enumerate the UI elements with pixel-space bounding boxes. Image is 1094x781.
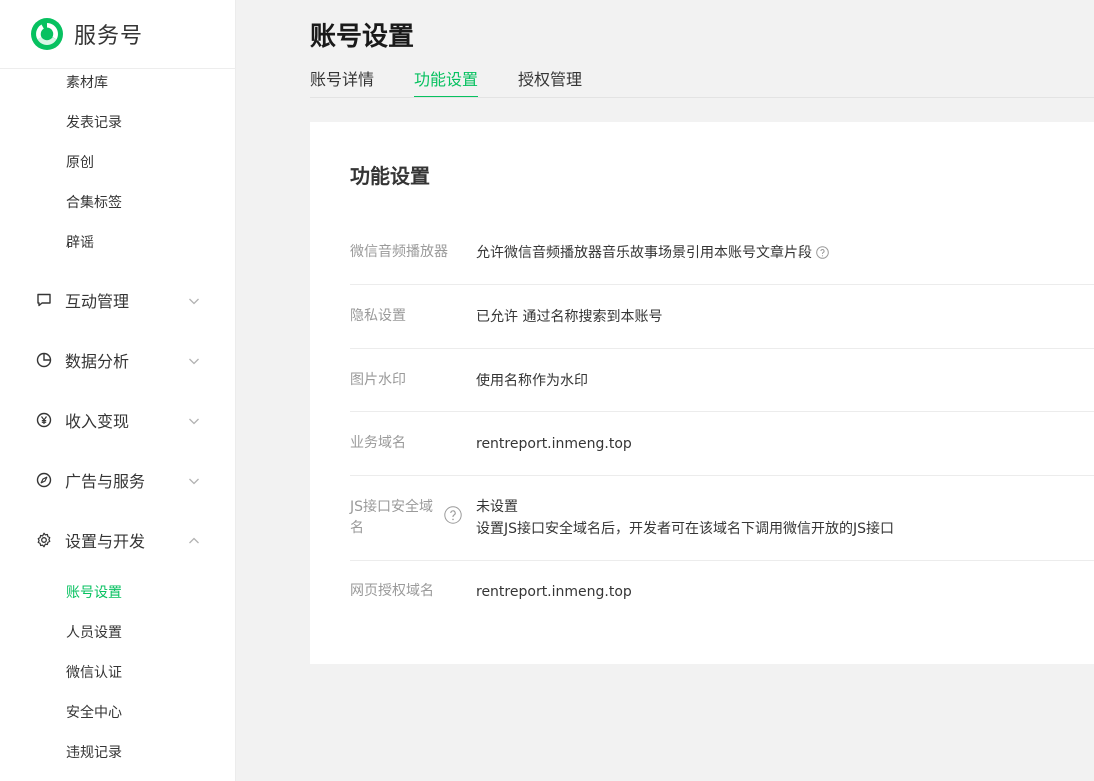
service-account-logo-icon [31, 18, 63, 50]
setting-value: 使用名称作为水印 [476, 373, 588, 389]
sidebar-item-original[interactable]: 原创 [0, 143, 236, 183]
brand-name: 服务号 [74, 24, 144, 49]
setting-value: rentreport.inmeng.top [476, 584, 632, 600]
sidebar-group-monetization[interactable]: 收入变现 [0, 400, 236, 440]
sidebar-group-label: 设置与开发 [65, 532, 146, 551]
card-title: 功能设置 [350, 164, 430, 188]
chevron-down-icon [189, 418, 199, 425]
setting-label: JS接口安全域 名 [350, 497, 433, 539]
chat-bubble-icon [37, 293, 51, 307]
sidebar-item-materials[interactable]: 素材库 [0, 63, 236, 103]
sidebar-group-label: 广告与服务 [65, 472, 146, 491]
sidebar-item-account-settings[interactable]: 账号设置 [0, 573, 236, 613]
sidebar-item-collection-tags[interactable]: 合集标签 [0, 183, 236, 223]
setting-label: 业务域名 [350, 435, 406, 451]
tab-divider [310, 97, 1094, 98]
sidebar-item-security-center[interactable]: 安全中心 [0, 693, 236, 733]
setting-value: rentreport.inmeng.top [476, 436, 632, 452]
sidebar: 服务号 素材库 发表记录 原创 合集标签 辟谣 互动管理 数据分析 收入变现 广… [0, 0, 236, 781]
sidebar-group-label: 互动管理 [65, 292, 130, 311]
page-title: 账号设置 [310, 22, 415, 52]
sidebar-group-ads-services[interactable]: 广告与服务 [0, 460, 236, 500]
sidebar-group-interaction[interactable]: 互动管理 [0, 280, 236, 320]
setting-row-js-safe-domain: JS接口安全域 名 未设置 设置JS接口安全域名后，开发者可在该域名下调用微信开… [350, 476, 1094, 561]
brand[interactable]: 服务号 [30, 14, 143, 54]
setting-row-oauth-domain: 网页授权域名 rentreport.inmeng.top [350, 561, 1094, 625]
setting-value-text: 允许微信音频播放器音乐故事场景引用本账号文章片段 [476, 245, 812, 261]
tab-authorization-management[interactable]: 授权管理 [518, 62, 582, 98]
main-content: 账号设置 账号详情 功能设置 授权管理 功能设置 微信音频播放器 允许微信音频播… [236, 0, 1094, 781]
setting-value-status: 未设置 [476, 499, 518, 515]
setting-label-line: JS接口安全域 [350, 499, 434, 515]
sidebar-item-publish-records[interactable]: 发表记录 [0, 103, 236, 143]
sidebar-item-wechat-verification[interactable]: 微信认证 [0, 653, 236, 693]
yen-coin-icon [36, 412, 52, 428]
content-sub-list: 素材库 发表记录 原创 合集标签 辟谣 [0, 63, 236, 263]
setting-value-hint: 设置JS接口安全域名后，开发者可在该域名下调用微信开放的JS接口 [476, 521, 895, 537]
setting-label: 微信音频播放器 [350, 244, 448, 260]
setting-row-watermark: 图片水印 使用名称作为水印 [350, 349, 1094, 412]
chevron-up-icon [189, 537, 199, 544]
pie-chart-icon [36, 352, 52, 368]
feature-settings-card: 功能设置 微信音频播放器 允许微信音频播放器音乐故事场景引用本账号文章片段 隐私… [310, 122, 1094, 664]
gear-icon [37, 532, 51, 548]
sidebar-item-member-settings[interactable]: 人员设置 [0, 613, 236, 653]
setting-label: 网页授权域名 [350, 583, 434, 599]
setting-value: 允许微信音频播放器音乐故事场景引用本账号文章片段 [476, 242, 829, 264]
sidebar-group-label: 数据分析 [65, 352, 130, 371]
chevron-down-icon [189, 358, 199, 365]
compass-icon [36, 472, 52, 488]
sidebar-group-analytics[interactable]: 数据分析 [0, 340, 236, 380]
settings-sub-list: 账号设置 人员设置 微信认证 安全中心 违规记录 [0, 573, 236, 773]
app-window: 服务号 素材库 发表记录 原创 合集标签 辟谣 互动管理 数据分析 收入变现 广… [0, 0, 1094, 781]
sidebar-group-label: 收入变现 [65, 412, 130, 431]
setting-row-privacy: 隐私设置 已允许 通过名称搜索到本账号 [350, 285, 1094, 349]
tab-bar: 账号详情 功能设置 授权管理 [310, 62, 622, 98]
help-circle-icon[interactable] [444, 506, 462, 524]
chevron-down-icon [189, 298, 199, 305]
tab-feature-settings[interactable]: 功能设置 [414, 62, 479, 98]
setting-row-business-domain: 业务域名 rentreport.inmeng.top [350, 412, 1094, 476]
sidebar-group-settings-dev[interactable]: 设置与开发 [0, 520, 236, 560]
setting-label: 图片水印 [350, 372, 406, 388]
chevron-down-icon [189, 478, 199, 485]
setting-value: 已允许 通过名称搜索到本账号 [476, 309, 663, 325]
setting-value: 未设置 设置JS接口安全域名后，开发者可在该域名下调用微信开放的JS接口 [476, 496, 894, 540]
sidebar-item-violation-records[interactable]: 违规记录 [0, 733, 236, 773]
setting-row-audio-player: 微信音频播放器 允许微信音频播放器音乐故事场景引用本账号文章片段 [350, 222, 1094, 285]
setting-label-line: 名 [350, 520, 364, 536]
sidebar-item-rumor-refute[interactable]: 辟谣 [0, 223, 236, 263]
setting-label: 隐私设置 [350, 308, 406, 324]
tab-account-details[interactable]: 账号详情 [310, 62, 374, 98]
help-circle-icon[interactable] [816, 246, 829, 259]
